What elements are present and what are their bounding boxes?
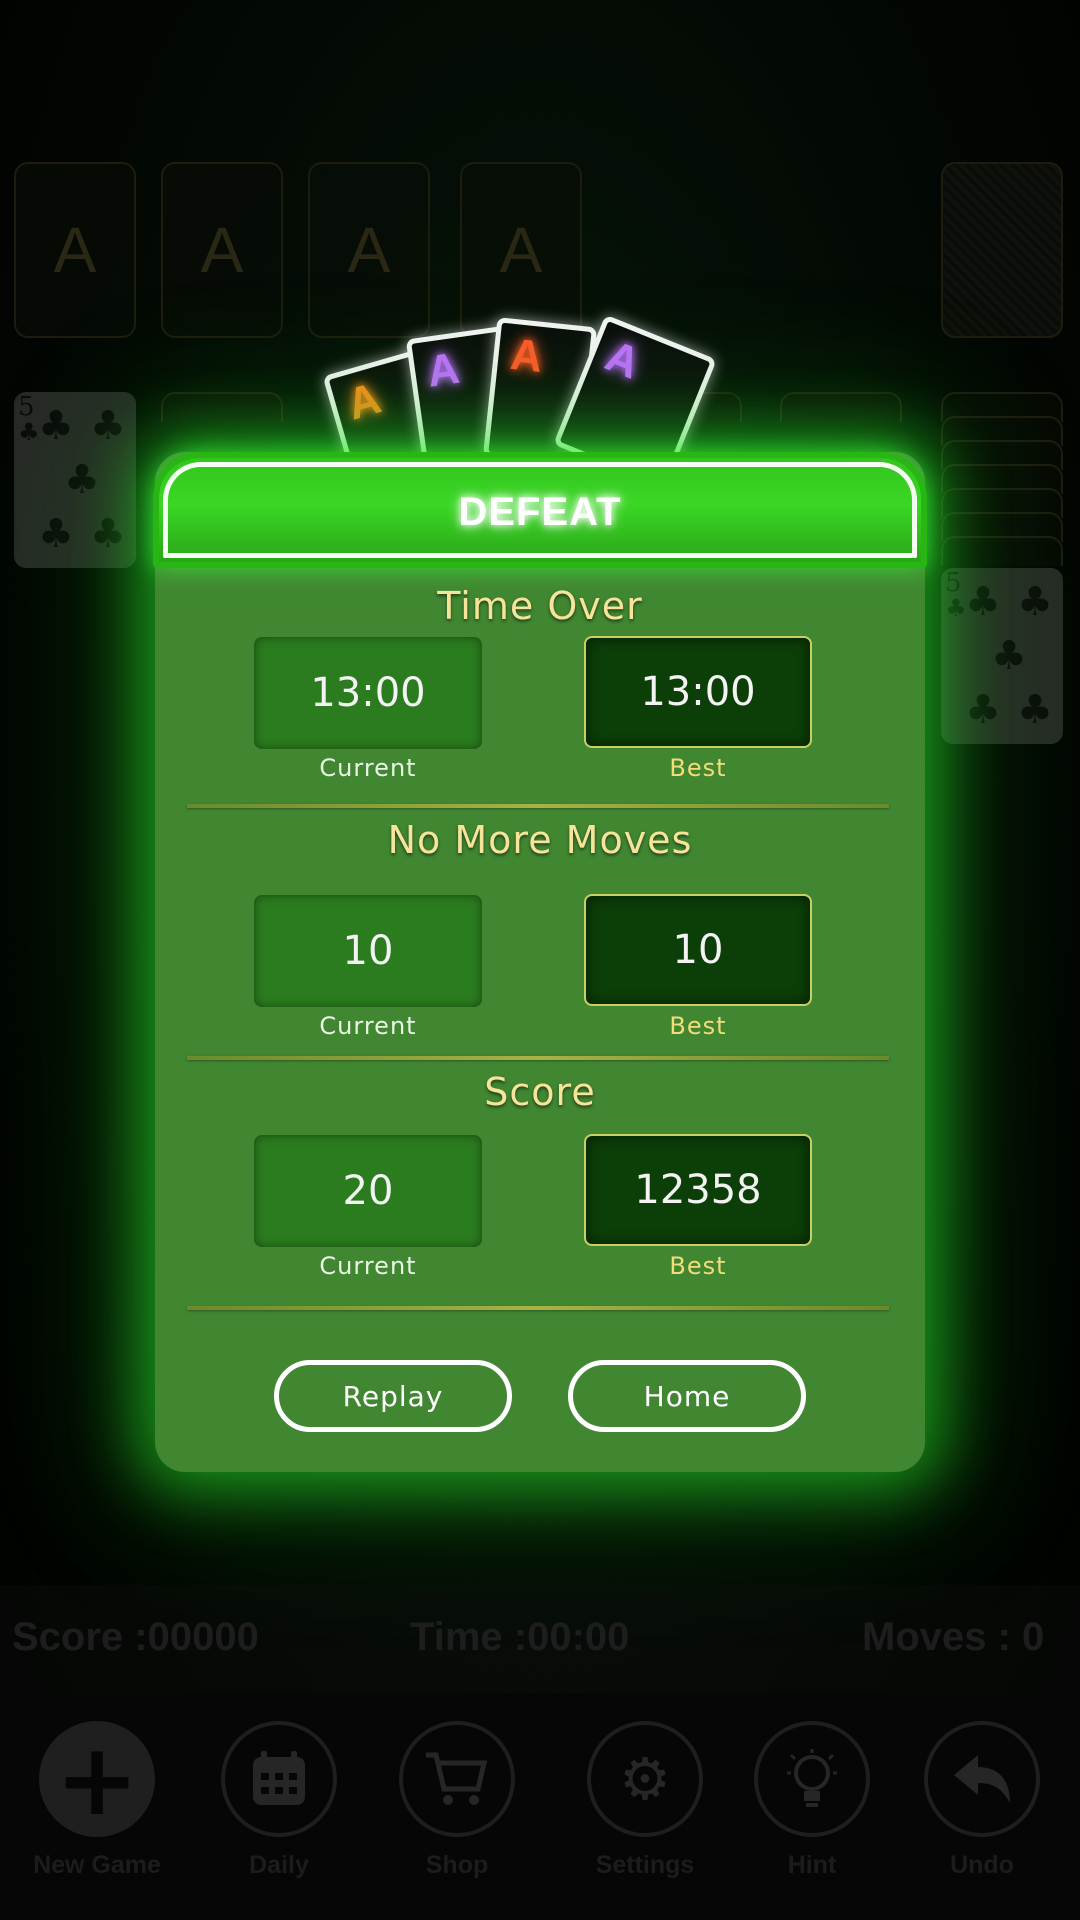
ace-label: A xyxy=(508,329,545,382)
current-label: Current xyxy=(319,754,417,782)
best-label: Best xyxy=(669,1012,727,1040)
current-label: Current xyxy=(319,1012,417,1040)
club-icon: ♣ xyxy=(38,403,74,449)
club-icon: ♣ xyxy=(38,511,74,557)
foundation-label: A xyxy=(200,214,244,286)
tableau-card-back xyxy=(780,392,902,422)
time-readout: Time :00:00 xyxy=(410,1615,630,1659)
new-game-button[interactable]: + New Game xyxy=(33,1721,161,1880)
club-icon: ♣ xyxy=(1017,687,1053,733)
toolbar-label: Daily xyxy=(249,1851,309,1879)
shop-button[interactable]: Shop xyxy=(397,1721,517,1880)
section-divider xyxy=(187,1306,889,1310)
section-title-score: Score xyxy=(484,1070,596,1114)
ace-label: A xyxy=(424,343,463,397)
club-icon: ♣ xyxy=(1017,579,1053,625)
club-icon: ♣ xyxy=(90,511,126,557)
card-rank: 5 xyxy=(945,568,962,598)
daily-button[interactable]: Daily xyxy=(219,1721,339,1880)
foundation-slot-1[interactable]: A xyxy=(14,162,136,338)
foundation-label: A xyxy=(499,214,543,286)
tableau-card-back xyxy=(161,392,283,422)
club-icon: ♣ xyxy=(965,579,1001,625)
foundation-label: A xyxy=(347,214,391,286)
section-title-time-over: Time Over xyxy=(437,584,643,628)
club-icon: ♣ xyxy=(965,687,1001,733)
toolbar-label: Shop xyxy=(425,1851,489,1879)
tableau-card-five-clubs[interactable]: 5 ♣ ♣ ♣ ♣ ♣ ♣ xyxy=(941,568,1063,744)
home-button[interactable]: Home xyxy=(568,1360,806,1432)
score-readout: Score :00000 xyxy=(12,1615,259,1659)
tableau-card-back xyxy=(941,536,1063,566)
best-score-value: 12358 xyxy=(584,1134,812,1246)
defeat-dialog: DEFEAT Time Over 13:00 13:00 Current Bes… xyxy=(153,452,927,1472)
bottom-toolbar: + New Game Daily Shop ⚙ Settings Hint Un… xyxy=(0,1693,1080,1920)
stock-pile[interactable] xyxy=(941,162,1063,338)
club-icon: ♣ xyxy=(90,403,126,449)
card-rank: 5 xyxy=(18,392,35,422)
foundation-slot-3[interactable]: A xyxy=(308,162,430,338)
calendar-icon xyxy=(221,1721,337,1837)
dialog-header: DEFEAT xyxy=(153,452,927,568)
current-moves-value: 10 xyxy=(254,895,482,1007)
hint-button[interactable]: Hint xyxy=(752,1721,872,1880)
section-divider xyxy=(187,804,889,808)
current-time-value: 13:00 xyxy=(254,637,482,749)
foundation-slot-4[interactable]: A xyxy=(460,162,582,338)
gear-icon: ⚙ xyxy=(587,1721,703,1837)
club-icon: ♣ xyxy=(18,418,40,446)
status-bar: Score :00000 Time :00:00 Moves : 0 xyxy=(0,1585,1080,1693)
moves-readout: Moves : 0 xyxy=(862,1615,1045,1659)
dialog-title: DEFEAT xyxy=(458,489,622,534)
undo-button[interactable]: Undo xyxy=(922,1721,1042,1880)
tableau-card-five-clubs[interactable]: 5 ♣ ♣ ♣ ♣ ♣ ♣ xyxy=(14,392,136,568)
plus-icon: + xyxy=(39,1721,155,1838)
best-time-value: 13:00 xyxy=(584,636,812,748)
club-icon: ♣ xyxy=(64,457,100,503)
section-divider xyxy=(187,1056,889,1060)
best-moves-value: 10 xyxy=(584,894,812,1006)
best-label: Best xyxy=(669,754,727,782)
settings-button[interactable]: ⚙ Settings xyxy=(585,1721,705,1880)
foundation-label: A xyxy=(53,214,97,286)
replay-button[interactable]: Replay xyxy=(274,1360,512,1432)
cart-icon xyxy=(399,1721,515,1837)
club-icon: ♣ xyxy=(945,594,967,622)
current-score-value: 20 xyxy=(254,1135,482,1247)
best-label: Best xyxy=(669,1252,727,1280)
toolbar-label: New Game xyxy=(33,1851,161,1879)
foundation-slot-2[interactable]: A xyxy=(161,162,283,338)
club-icon: ♣ xyxy=(991,633,1027,679)
lightbulb-icon xyxy=(754,1721,870,1837)
current-label: Current xyxy=(319,1252,417,1280)
ace-label: A xyxy=(598,331,647,389)
ace-label: A xyxy=(342,373,387,430)
undo-icon xyxy=(924,1721,1040,1837)
toolbar-label: Undo xyxy=(950,1851,1014,1879)
section-title-no-more-moves: No More Moves xyxy=(387,818,693,862)
